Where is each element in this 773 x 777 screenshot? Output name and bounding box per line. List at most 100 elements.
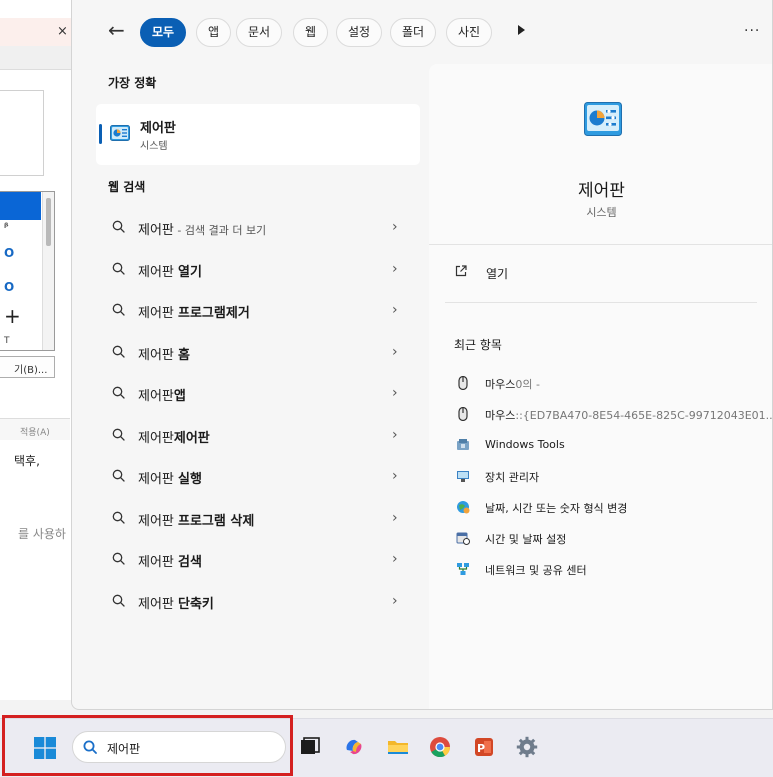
chevron-right-icon[interactable]: ›: [392, 551, 398, 567]
control-panel-icon: [110, 125, 130, 141]
web-search-suggestion[interactable]: 제어판 검색 ›: [96, 539, 420, 579]
web-search-suggestion[interactable]: 제어판앱 ›: [96, 373, 420, 413]
web-search-suggestion[interactable]: 제어판 프로그램제거 ›: [96, 290, 420, 330]
web-search-suggestion[interactable]: 제어판 실행 ›: [96, 456, 420, 496]
web-search-heading: 웹 검색: [108, 180, 146, 194]
recent-item[interactable]: 마우스0의 -: [454, 374, 772, 394]
web-search-suggestion[interactable]: 제어판 - 검색 결과 더 보기 ›: [96, 207, 420, 247]
background-listbox[interactable]: ᵝ O O + T: [0, 191, 55, 351]
background-scrollbar[interactable]: [42, 192, 54, 350]
chevron-right-icon[interactable]: ›: [392, 593, 398, 609]
suggestion-query: 제어판: [138, 264, 179, 280]
background-list-item[interactable]: +: [4, 304, 21, 328]
search-icon: [112, 303, 125, 316]
chevron-right-icon[interactable]: ›: [392, 427, 398, 443]
mouse-icon: [458, 376, 468, 390]
suggestion-completion: 검색: [178, 555, 202, 570]
chevron-right-icon[interactable]: ›: [392, 219, 398, 235]
scrollbar-thumb[interactable]: [46, 198, 51, 246]
suggestion-query: 제어판: [138, 596, 179, 612]
background-list-selected-item[interactable]: [0, 192, 41, 220]
suggestion-query: 제어판: [138, 430, 174, 446]
filter-tab-folders[interactable]: 폴더: [390, 18, 437, 47]
recent-item-name: 네트워크 및 공유 센터: [485, 564, 587, 577]
suggestion-text: 제어판앱: [138, 385, 186, 404]
filter-tab-documents[interactable]: 문서: [236, 18, 283, 47]
suggestion-completion: 제어판: [173, 430, 210, 446]
recent-item[interactable]: 날짜, 시간 또는 숫자 형식 변경: [454, 498, 772, 518]
file-explorer-icon[interactable]: [386, 735, 410, 759]
recent-item[interactable]: 네트워크 및 공유 센터: [454, 560, 772, 580]
annotation-highlight-box: [2, 715, 293, 776]
background-panel: [0, 90, 44, 176]
recent-item-label: 네트워크 및 공유 센터: [485, 562, 587, 578]
web-search-suggestion[interactable]: 제어판 단축키 ›: [96, 581, 420, 621]
suggestion-completion: 앱: [173, 389, 186, 404]
suggestion-text: 제어판 검색: [138, 551, 202, 570]
recent-item[interactable]: 시간 및 날짜 설정: [454, 529, 772, 549]
background-list-item[interactable]: ᵝ: [4, 222, 9, 233]
recent-item-label: 날짜, 시간 또는 숫자 형식 변경: [485, 500, 627, 516]
filter-tab-settings[interactable]: 설정: [336, 18, 383, 47]
background-list-item[interactable]: O: [4, 280, 14, 294]
open-label: 열기: [486, 267, 509, 281]
chevron-right-icon[interactable]: ›: [392, 385, 398, 401]
chevron-right-icon[interactable]: ›: [392, 302, 398, 318]
mouse-icon: [458, 407, 468, 421]
windows-tools-icon: [457, 439, 469, 450]
suggestion-completion: 홈: [178, 347, 190, 363]
suggestion-text: 제어판 - 검색 결과 더 보기: [138, 219, 266, 238]
settings-icon[interactable]: [515, 735, 539, 759]
suggestion-text: 제어판제어판: [138, 427, 210, 446]
search-icon: [112, 386, 125, 399]
recent-item-label: Windows Tools: [485, 438, 565, 451]
filter-tab-web[interactable]: 웹: [293, 18, 329, 47]
web-search-suggestion[interactable]: 제어판 홈 ›: [96, 332, 420, 372]
suggestion-query: 제어판: [138, 555, 179, 570]
recent-item[interactable]: 마우스::{ED7BA470-8E54-465E-825C-99712043E0…: [454, 405, 773, 425]
recent-item[interactable]: Windows Tools: [454, 436, 772, 456]
chrome-icon[interactable]: [428, 735, 452, 759]
filter-tab-apps[interactable]: 앱: [196, 18, 232, 47]
recent-item[interactable]: 장치 관리자: [454, 467, 772, 487]
chevron-right-icon[interactable]: ›: [392, 468, 398, 484]
web-search-suggestion[interactable]: 제어판 프로그램 삭제 ›: [96, 498, 420, 538]
recent-items-heading: 최근 항목: [454, 338, 502, 352]
suggestion-query: 제어판: [138, 223, 174, 238]
recent-item-label: 시간 및 날짜 설정: [485, 531, 566, 547]
filter-tab-all[interactable]: 모두: [140, 18, 187, 47]
powerpoint-icon[interactable]: P: [472, 735, 496, 759]
background-list-item[interactable]: O: [4, 246, 14, 260]
background-apply-button[interactable]: 적용(A): [0, 418, 70, 440]
suggestion-query: 제어판: [138, 306, 179, 321]
suggestion-text: 제어판 프로그램제거: [138, 302, 250, 321]
more-options-icon[interactable]: ···: [744, 23, 760, 39]
suggestion-text: 제어판 단축키: [138, 593, 214, 612]
background-browse-button[interactable]: 기(B)...: [0, 356, 55, 378]
suggestion-completion: 프로그램 삭제: [178, 513, 255, 529]
recent-item-detail: ::{ED7BA470-8E54-465E-825C-99712043E01..…: [515, 409, 773, 422]
recent-item-label: 마우스0의 -: [485, 376, 540, 392]
web-search-suggestion[interactable]: 제어판 열기 ›: [96, 249, 420, 289]
search-flyout: ← 모두 앱 문서 웹 설정 폴더 사진 ··· 가장 정확 제어판 시스템 웹: [71, 0, 773, 710]
background-close-button[interactable]: ×: [57, 24, 68, 39]
filter-tab-photos[interactable]: 사진: [446, 18, 493, 47]
task-view-icon[interactable]: [298, 735, 322, 759]
more-filters-icon[interactable]: [518, 25, 525, 35]
region-globe-icon: [457, 501, 470, 514]
date-time-icon: [456, 532, 470, 545]
suggestion-query: 제어판: [138, 513, 179, 529]
back-arrow-icon[interactable]: ←: [108, 20, 125, 40]
chevron-right-icon[interactable]: ›: [392, 261, 398, 277]
suggestion-hint: - 검색 결과 더 보기: [173, 224, 267, 237]
web-search-suggestion[interactable]: 제어판제어판 ›: [96, 415, 420, 455]
divider: [445, 302, 757, 303]
background-list-item[interactable]: T: [4, 336, 10, 346]
copilot-icon[interactable]: [342, 735, 366, 759]
best-match-result[interactable]: 제어판 시스템: [96, 104, 420, 165]
search-filter-bar: ← 모두 앱 문서 웹 설정 폴더 사진 ···: [72, 14, 772, 50]
chevron-right-icon[interactable]: ›: [392, 510, 398, 526]
chevron-right-icon[interactable]: ›: [392, 344, 398, 360]
search-icon: [112, 594, 125, 607]
search-icon: [112, 511, 125, 524]
